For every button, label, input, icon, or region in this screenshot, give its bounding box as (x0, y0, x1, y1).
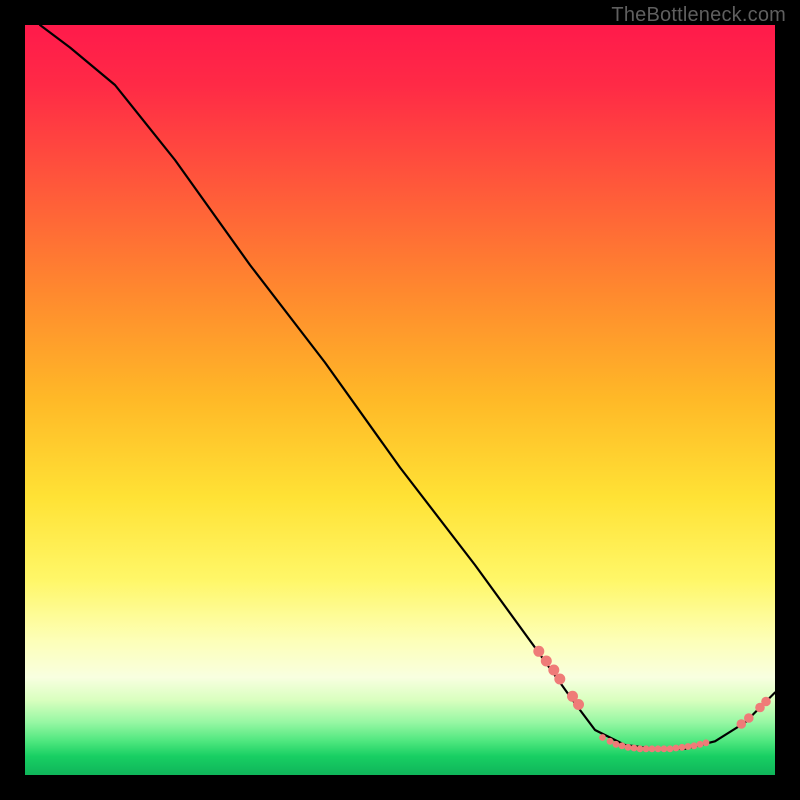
data-point (667, 745, 674, 752)
data-point (703, 739, 710, 746)
data-points (533, 646, 771, 752)
data-point (744, 713, 754, 723)
data-point (637, 745, 644, 752)
data-point (625, 744, 632, 751)
data-point (691, 742, 698, 749)
data-point (573, 699, 584, 710)
bottleneck-curve (40, 25, 775, 749)
data-point (697, 741, 704, 748)
data-point (685, 743, 692, 750)
data-point (599, 734, 606, 741)
data-point (607, 738, 614, 745)
plot-area (25, 25, 775, 775)
data-point (643, 745, 650, 752)
data-point (655, 745, 662, 752)
data-point (631, 745, 638, 752)
chart-stage: TheBottleneck.com (0, 0, 800, 800)
watermark-text: TheBottleneck.com (611, 4, 786, 27)
data-point (761, 697, 771, 707)
data-point (649, 745, 656, 752)
data-point (541, 656, 552, 667)
curve-path (40, 25, 775, 749)
data-point (737, 719, 747, 729)
data-point (554, 674, 565, 685)
data-point (679, 744, 686, 751)
data-point (661, 745, 668, 752)
data-point (619, 742, 626, 749)
chart-overlay (25, 25, 775, 775)
data-point (613, 741, 620, 748)
data-point (673, 745, 680, 752)
data-point (533, 646, 544, 657)
data-point (548, 665, 559, 676)
